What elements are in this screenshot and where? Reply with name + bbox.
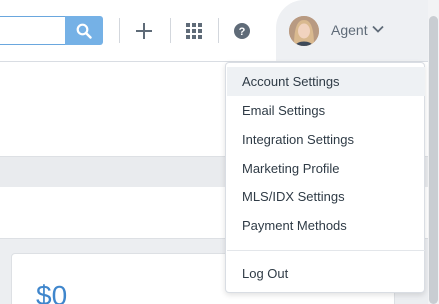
search-button[interactable] xyxy=(65,16,103,45)
header-divider xyxy=(218,18,219,43)
card-amount: $0 xyxy=(36,280,68,304)
menu-item-log-out[interactable]: Log Out xyxy=(227,259,425,288)
search-input[interactable] xyxy=(0,16,66,45)
agent-label[interactable]: Agent xyxy=(331,22,368,38)
question-icon: ? xyxy=(233,22,250,39)
apps-button[interactable] xyxy=(181,18,206,43)
menu-item-email-settings[interactable]: Email Settings xyxy=(227,96,425,125)
plus-icon xyxy=(135,22,152,39)
menu-divider xyxy=(227,250,425,251)
menu-item-mls-idx-settings[interactable]: MLS/IDX Settings xyxy=(227,182,425,211)
menu-item-marketing-profile[interactable]: Marketing Profile xyxy=(227,154,425,183)
search-icon xyxy=(76,23,92,39)
account-dropdown-menu: Account Settings Email Settings Integrat… xyxy=(225,62,425,293)
menu-item-account-settings[interactable]: Account Settings xyxy=(227,67,425,96)
svg-text:?: ? xyxy=(238,26,245,38)
header-divider xyxy=(170,18,171,43)
menu-item-payment-methods[interactable]: Payment Methods xyxy=(227,211,425,240)
add-button[interactable] xyxy=(131,18,156,43)
chevron-down-icon[interactable] xyxy=(372,25,384,33)
scrollbar-thumb[interactable] xyxy=(429,16,438,304)
menu-item-integration-settings[interactable]: Integration Settings xyxy=(227,125,425,154)
grid-icon xyxy=(185,22,202,39)
avatar[interactable] xyxy=(289,16,319,46)
help-button[interactable]: ? xyxy=(229,18,254,43)
header-divider xyxy=(119,18,120,43)
